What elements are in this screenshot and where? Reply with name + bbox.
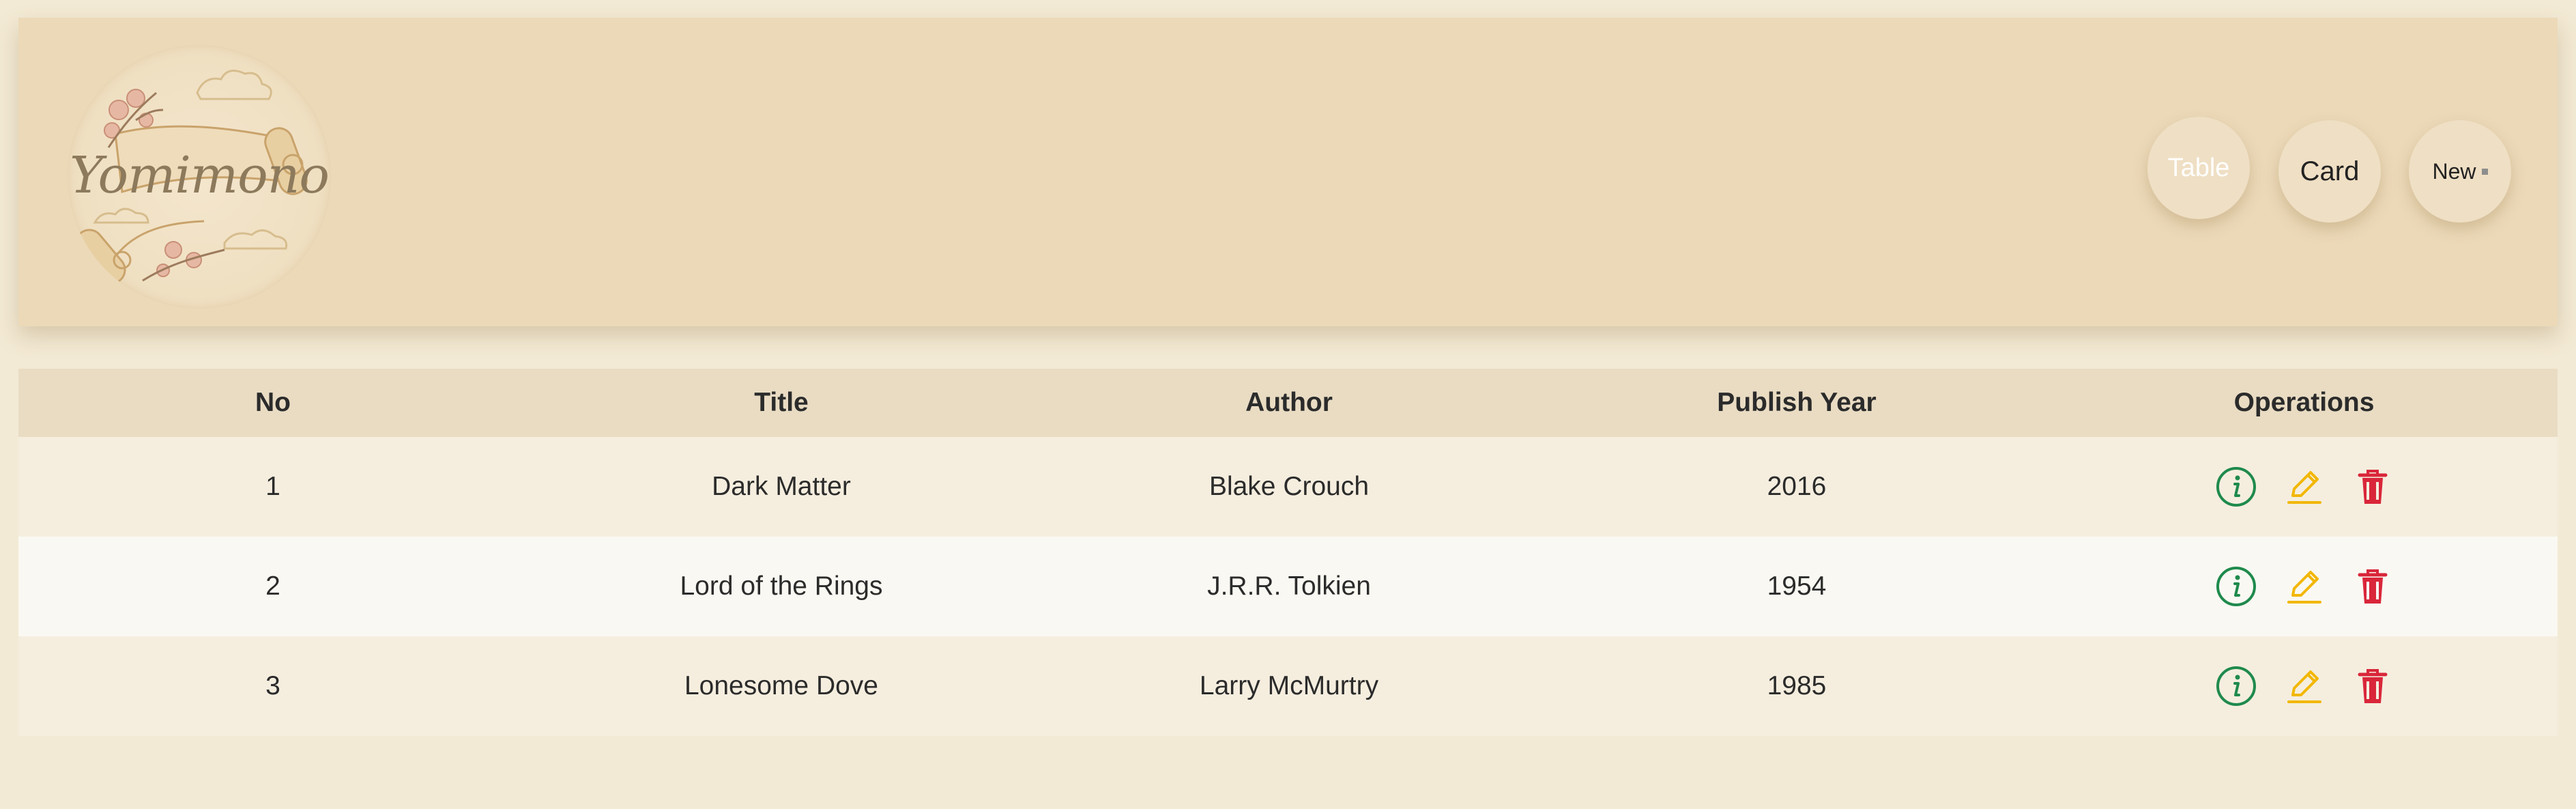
column-header-operations: Operations xyxy=(2051,369,2558,437)
cell-author: Larry McMurtry xyxy=(1035,636,1543,736)
table-view-button[interactable]: Table xyxy=(2147,117,2250,219)
cell-operations xyxy=(2051,437,2558,537)
cell-no: 3 xyxy=(18,636,527,736)
cell-no: 2 xyxy=(18,537,527,636)
trash-icon[interactable] xyxy=(2351,466,2394,508)
cell-year: 1985 xyxy=(1543,636,2051,736)
pencil-edit-icon[interactable] xyxy=(2283,565,2326,608)
trash-icon[interactable] xyxy=(2351,665,2394,707)
cell-author: J.R.R. Tolkien xyxy=(1035,537,1543,636)
cell-author: Blake Crouch xyxy=(1035,437,1543,537)
cell-title: Lonesome Dove xyxy=(527,636,1035,736)
table-view-label: Table xyxy=(2167,153,2230,182)
small-square-icon xyxy=(2481,168,2488,175)
app-header: Yomimono Table Card New xyxy=(18,18,2558,326)
column-header-title: Title xyxy=(527,369,1035,437)
cell-year: 1954 xyxy=(1543,537,2051,636)
cell-no: 1 xyxy=(18,437,527,537)
column-header-author: Author xyxy=(1035,369,1543,437)
table-row: 2 Lord of the Rings J.R.R. Tolkien 1954 xyxy=(18,537,2558,636)
info-circle-icon[interactable] xyxy=(2215,466,2257,508)
trash-icon[interactable] xyxy=(2351,565,2394,608)
cell-title: Dark Matter xyxy=(527,437,1035,537)
logo-wordmark: Yomimono xyxy=(70,146,330,205)
pencil-edit-icon[interactable] xyxy=(2283,466,2326,508)
brand-logo[interactable]: Yomimono xyxy=(68,45,331,309)
cell-year: 2016 xyxy=(1543,437,2051,537)
new-book-button[interactable]: New xyxy=(2409,120,2511,223)
cell-title: Lord of the Rings xyxy=(527,537,1035,636)
table-header-row: No Title Author Publish Year Operations xyxy=(18,369,2558,437)
card-view-label: Card xyxy=(2300,156,2360,186)
cell-operations xyxy=(2051,636,2558,736)
column-header-no: No xyxy=(18,369,527,437)
table-row: 1 Dark Matter Blake Crouch 2016 xyxy=(18,437,2558,537)
column-header-publish-year: Publish Year xyxy=(1543,369,2051,437)
new-book-label: New xyxy=(2432,158,2476,184)
card-view-button[interactable]: Card xyxy=(2278,120,2381,223)
books-table: No Title Author Publish Year Operations … xyxy=(18,369,2558,736)
cell-operations xyxy=(2051,537,2558,636)
table-row: 3 Lonesome Dove Larry McMurtry 1985 xyxy=(18,636,2558,736)
info-circle-icon[interactable] xyxy=(2215,665,2257,707)
pencil-edit-icon[interactable] xyxy=(2283,665,2326,707)
info-circle-icon[interactable] xyxy=(2215,565,2257,608)
